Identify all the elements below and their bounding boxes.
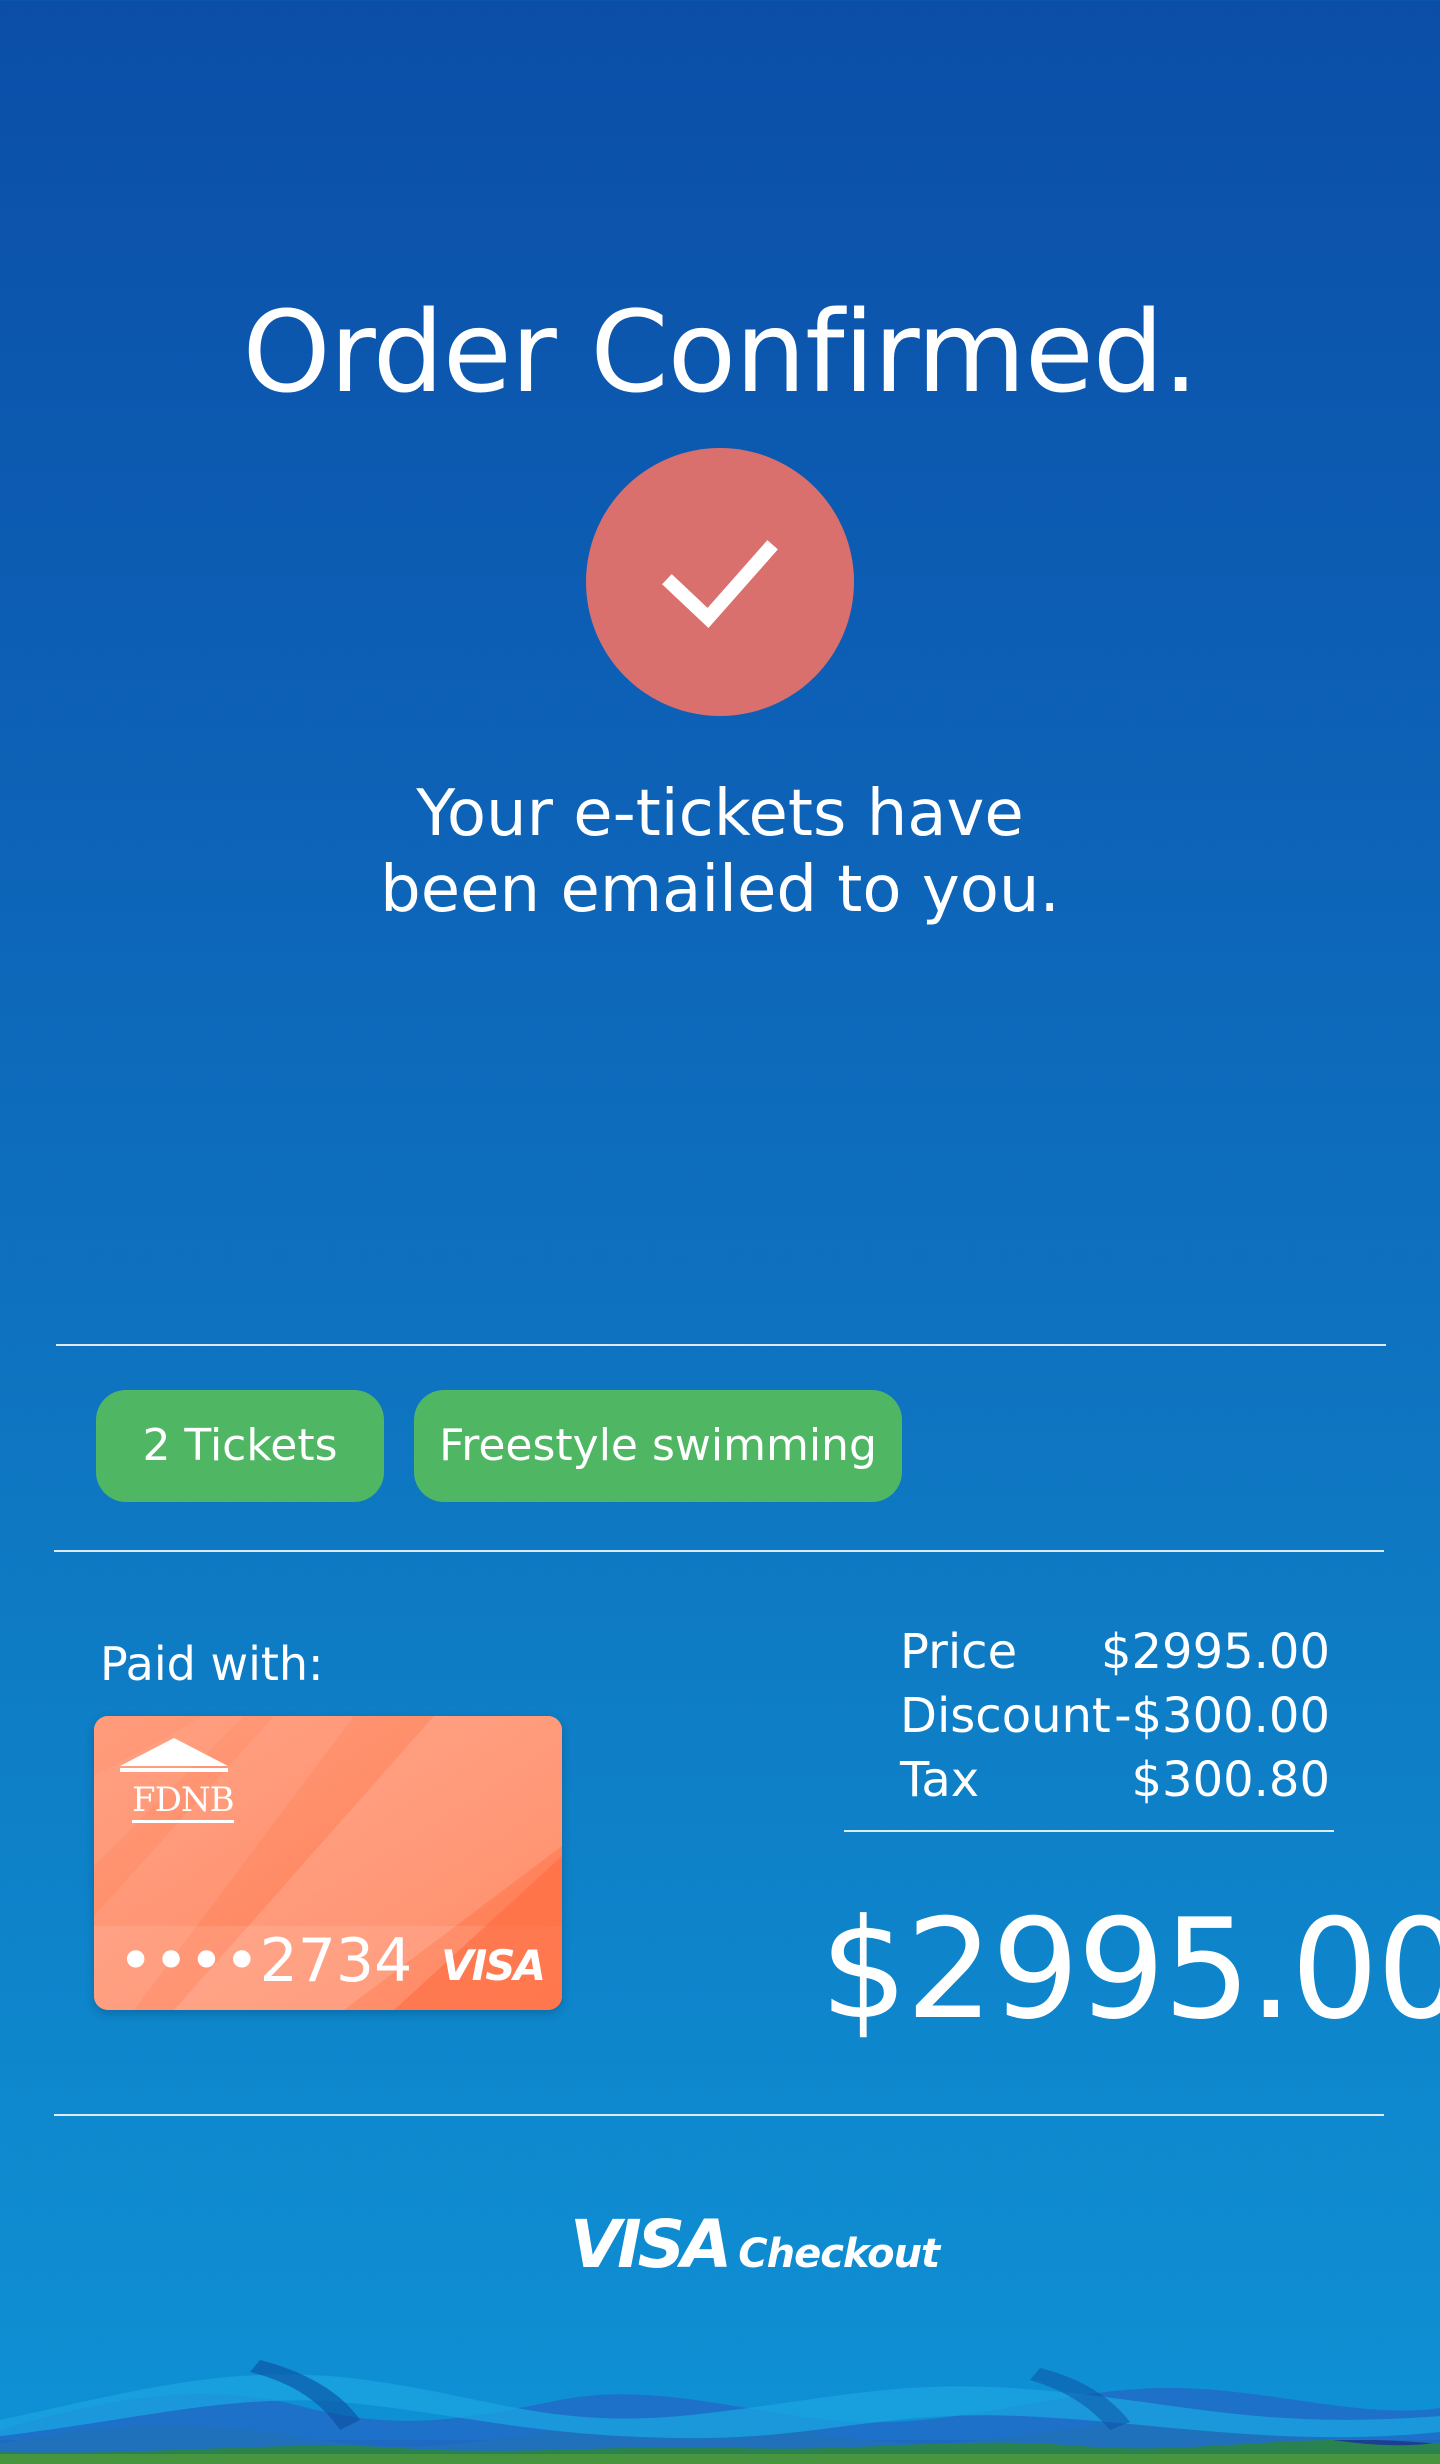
summary-label: Price	[900, 1624, 1018, 1680]
bank-building-icon	[120, 1738, 228, 1772]
summary-value: $2995.00	[1100, 1624, 1330, 1680]
checkmark-icon	[662, 540, 778, 629]
visa-checkout-logo: VISA Checkout	[570, 2210, 940, 2280]
card-number: ••••2734	[118, 1926, 413, 1996]
divider	[54, 2114, 1384, 2116]
summary-row-price: Price $2995.00	[900, 1620, 1330, 1684]
confirmation-message: Your e-tickets have been emailed to you.	[0, 776, 1440, 928]
paid-with-label: Paid with:	[100, 1637, 324, 1691]
order-total: $2995.00	[820, 1889, 1440, 2050]
event-tag: Freestyle swimming	[414, 1390, 902, 1502]
page-title: Order Confirmed.	[242, 288, 1199, 418]
message-line-2: been emailed to you.	[380, 853, 1060, 927]
summary-label: Discount	[900, 1688, 1111, 1744]
decorative-wave-footer	[0, 2360, 1440, 2464]
summary-value: -$300.00	[1114, 1688, 1330, 1744]
message-line-1: Your e-tickets have	[416, 777, 1024, 851]
summary-label: Tax	[900, 1752, 980, 1808]
divider	[54, 1550, 1384, 1552]
card-network-logo: VISA	[441, 1941, 546, 1990]
confirmation-badge	[586, 448, 854, 716]
summary-divider	[844, 1830, 1334, 1832]
divider	[56, 1344, 1386, 1346]
visa-wordmark: VISA	[570, 2206, 732, 2283]
summary-row-tax: Tax $300.80	[900, 1748, 1330, 1812]
bank-name: FDNB	[132, 1780, 235, 1823]
checkout-wordmark: Checkout	[738, 2231, 940, 2277]
tickets-count-tag: 2 Tickets	[96, 1390, 384, 1502]
summary-value: $300.80	[1131, 1752, 1331, 1808]
payment-card: FDNB ••••2734 VISA	[94, 1716, 562, 2010]
bank-logo: FDNB	[114, 1736, 235, 1826]
summary-row-discount: Discount -$300.00	[900, 1684, 1330, 1748]
